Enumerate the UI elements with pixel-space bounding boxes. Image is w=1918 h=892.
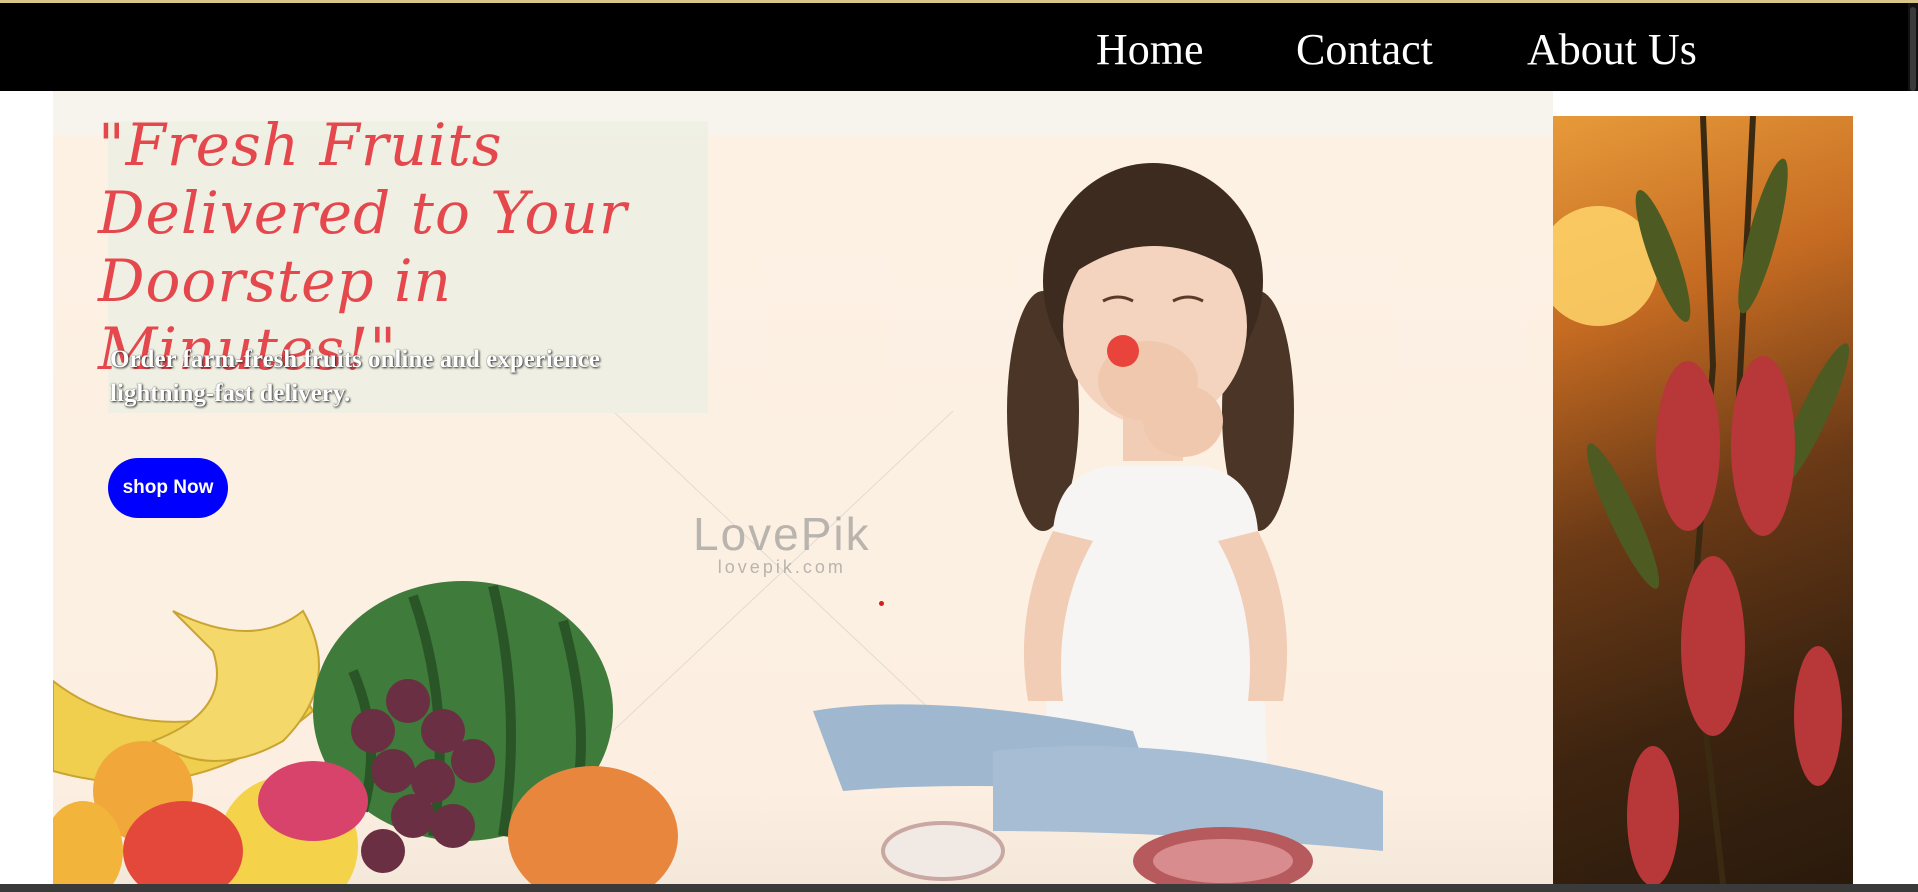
mango-tree-photo — [1553, 116, 1853, 884]
hero-subtext: Order farm-fresh fruits online and exper… — [110, 346, 600, 407]
page-scrollbar[interactable] — [1908, 3, 1918, 91]
nav-link-home[interactable]: Home — [1096, 25, 1204, 75]
slider-indicator-dot[interactable] — [879, 601, 884, 606]
mango-illustration — [1553, 116, 1850, 884]
bottom-edge — [0, 884, 1918, 892]
top-navigation: Home Contact About Us — [0, 3, 1918, 91]
hero-banner: "Fresh Fruits Delivered to Your Doorstep… — [53, 91, 1553, 884]
watermark: LovePik lovepik.com — [693, 511, 871, 578]
nav-link-contact[interactable]: Contact — [1296, 25, 1433, 75]
watermark-logo: LovePik — [693, 508, 871, 560]
scrollbar-thumb[interactable] — [1910, 7, 1916, 91]
shop-now-button[interactable]: shop Now — [108, 458, 228, 518]
nav-link-about-us[interactable]: About Us — [1527, 25, 1697, 75]
watermark-url: lovepik.com — [717, 557, 846, 577]
